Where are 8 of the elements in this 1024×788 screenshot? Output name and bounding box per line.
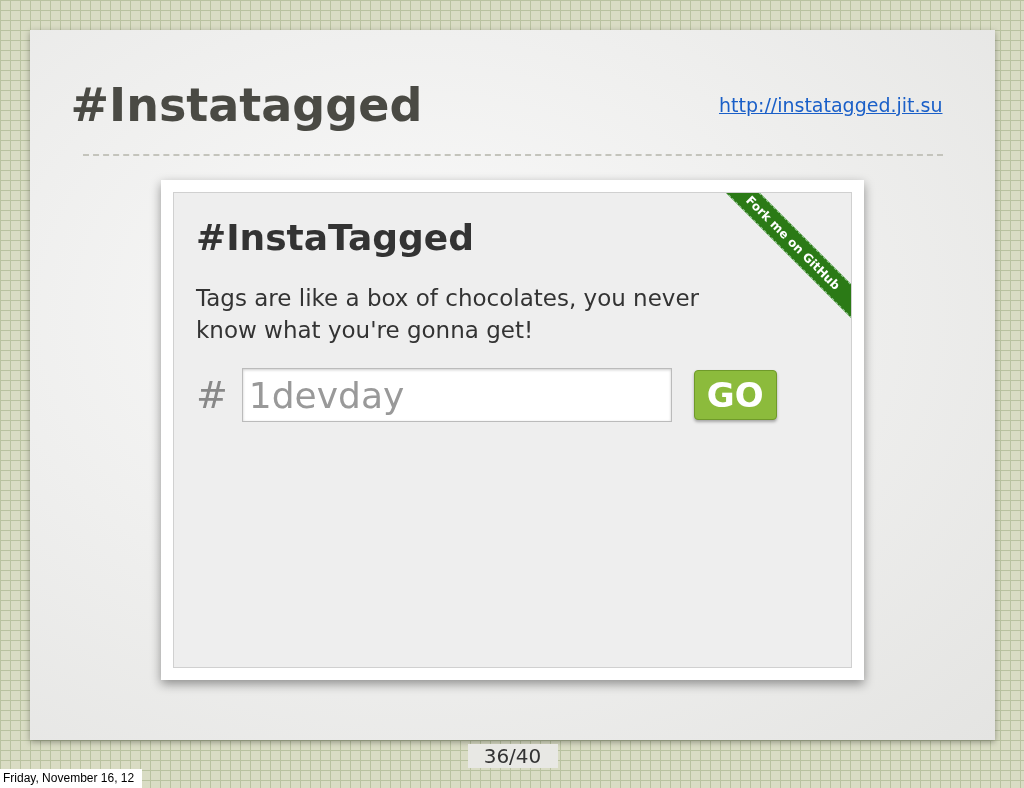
- tagline: Tags are like a box of chocolates, you never know what you're gonna get!: [196, 284, 701, 345]
- tag-input-field[interactable]: 1devday: [241, 368, 672, 422]
- page-heading: #InstaTagged: [196, 217, 475, 258]
- slide-title: #Instatagged: [70, 78, 423, 132]
- url-link[interactable]: http://instatagged.jit.su: [719, 94, 943, 116]
- footer-date: Friday, November 16, 12: [0, 769, 143, 788]
- hash-label: #: [196, 373, 228, 417]
- page-number: 36/40: [467, 744, 558, 768]
